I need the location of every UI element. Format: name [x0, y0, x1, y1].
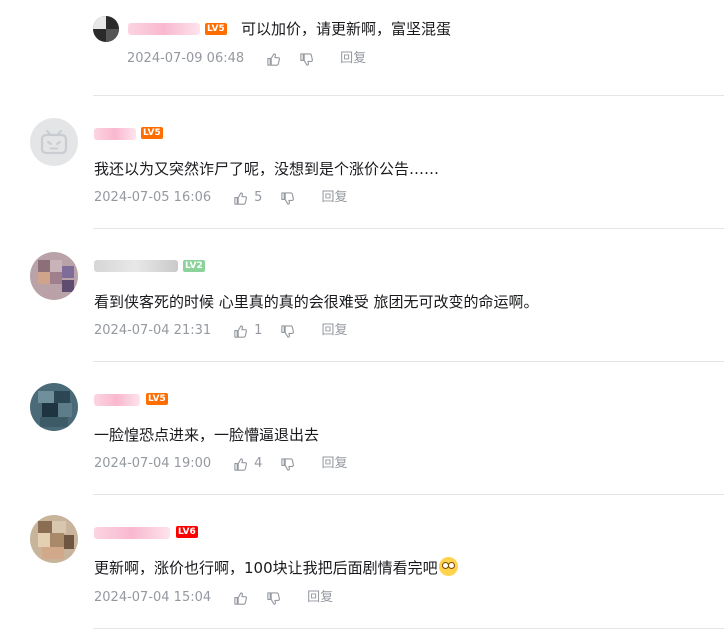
username[interactable]: [94, 394, 140, 406]
username[interactable]: [94, 260, 178, 272]
reply-button[interactable]: 回复: [307, 590, 333, 606]
avatar[interactable]: [30, 118, 78, 166]
like-count: 5: [254, 190, 263, 205]
comment-meta: 2024-07-04 19:00 4 回复: [94, 456, 347, 472]
comment-meta: 2024-07-04 15:04 回复: [94, 590, 333, 606]
thumb-up-icon: [267, 52, 281, 66]
comment-date: 2024-07-04 19:00: [94, 456, 212, 471]
dislike-button[interactable]: [280, 457, 295, 472]
like-button[interactable]: [233, 591, 248, 606]
comment-text: 可以加价，请更新啊，富坚混蛋: [241, 20, 452, 38]
comment-text: 我还以为又突然诈尸了呢，没想到是个涨价公告……: [94, 160, 440, 178]
thumb-down-icon: [267, 591, 281, 605]
reply-button[interactable]: 回复: [321, 323, 347, 339]
like-count: 1: [254, 323, 263, 338]
username[interactable]: [94, 527, 170, 539]
comment-meta: 2024-07-04 21:31 1 回复: [94, 323, 347, 339]
thumb-up-icon: [234, 457, 248, 471]
avatar[interactable]: [93, 16, 119, 42]
comment-meta: 2024-07-09 06:48 回复: [127, 51, 366, 67]
comment-item: LV5 一脸惶恐点进来，一脸懵逼退出去 2024-07-04 19:00 4 回…: [0, 362, 724, 494]
like-count: 4: [254, 456, 263, 471]
comment-date: 2024-07-05 16:06: [94, 190, 212, 205]
dislike-button[interactable]: [266, 591, 281, 606]
thumb-down-icon: [300, 52, 314, 66]
comment-date: 2024-07-04 15:04: [94, 590, 212, 605]
bilibili-tv-icon: [40, 130, 68, 155]
avatar[interactable]: [30, 252, 78, 300]
thumb-down-icon: [281, 457, 295, 471]
like-button[interactable]: 1: [233, 323, 262, 339]
reply-button[interactable]: 回复: [321, 190, 347, 206]
user-level-badge: LV5: [205, 23, 227, 35]
user-level-badge: LV2: [183, 260, 205, 272]
comment-item: LV2 看到侠客死的时候 心里真的真的会很难受 旅团无可改变的命运啊。 2024…: [0, 229, 724, 361]
user-level-badge: LV5: [146, 393, 168, 405]
comment-date: 2024-07-09 06:48: [127, 51, 245, 66]
avatar[interactable]: [30, 515, 78, 563]
comment-text: 看到侠客死的时候 心里真的真的会很难受 旅团无可改变的命运啊。: [94, 293, 539, 311]
like-button[interactable]: 4: [233, 456, 262, 472]
comment-text-body: 更新啊，涨价也行啊，100块让我把后面剧情看完吧: [94, 559, 438, 577]
username[interactable]: [128, 23, 200, 35]
thumb-up-icon: [234, 191, 248, 205]
like-button[interactable]: [266, 52, 281, 67]
comment-text: 更新啊，涨价也行啊，100块让我把后面剧情看完吧: [94, 557, 458, 578]
dislike-button[interactable]: [280, 324, 295, 339]
user-level-badge: LV5: [141, 127, 163, 139]
comment-item: LV6 更新啊，涨价也行啊，100块让我把后面剧情看完吧 2024-07-04 …: [0, 495, 724, 627]
reply-button[interactable]: 回复: [321, 456, 347, 472]
comment-text: 一脸惶恐点进来，一脸懵逼退出去: [94, 426, 320, 444]
thumb-up-icon: [234, 324, 248, 338]
user-level-badge: LV6: [176, 526, 198, 538]
avatar[interactable]: [30, 383, 78, 431]
like-button[interactable]: 5: [233, 190, 262, 206]
comment-item: LV5 我还以为又突然诈尸了呢，没想到是个涨价公告…… 2024-07-05 1…: [0, 96, 724, 228]
thumb-up-icon: [234, 591, 248, 605]
dislike-button[interactable]: [299, 52, 314, 67]
comment-item: LV5 可以加价，请更新啊，富坚混蛋 2024-07-09 06:48 回复: [0, 0, 724, 96]
thumb-down-icon: [281, 324, 295, 338]
divider: [93, 628, 724, 629]
comment-meta: 2024-07-05 16:06 5 回复: [94, 190, 347, 206]
reply-button[interactable]: 回复: [340, 51, 366, 67]
thumb-down-icon: [281, 191, 295, 205]
username[interactable]: [94, 128, 136, 140]
comment-date: 2024-07-04 21:31: [94, 323, 212, 338]
dizzy-face-emoji-icon: [438, 557, 458, 576]
dislike-button[interactable]: [280, 191, 295, 206]
